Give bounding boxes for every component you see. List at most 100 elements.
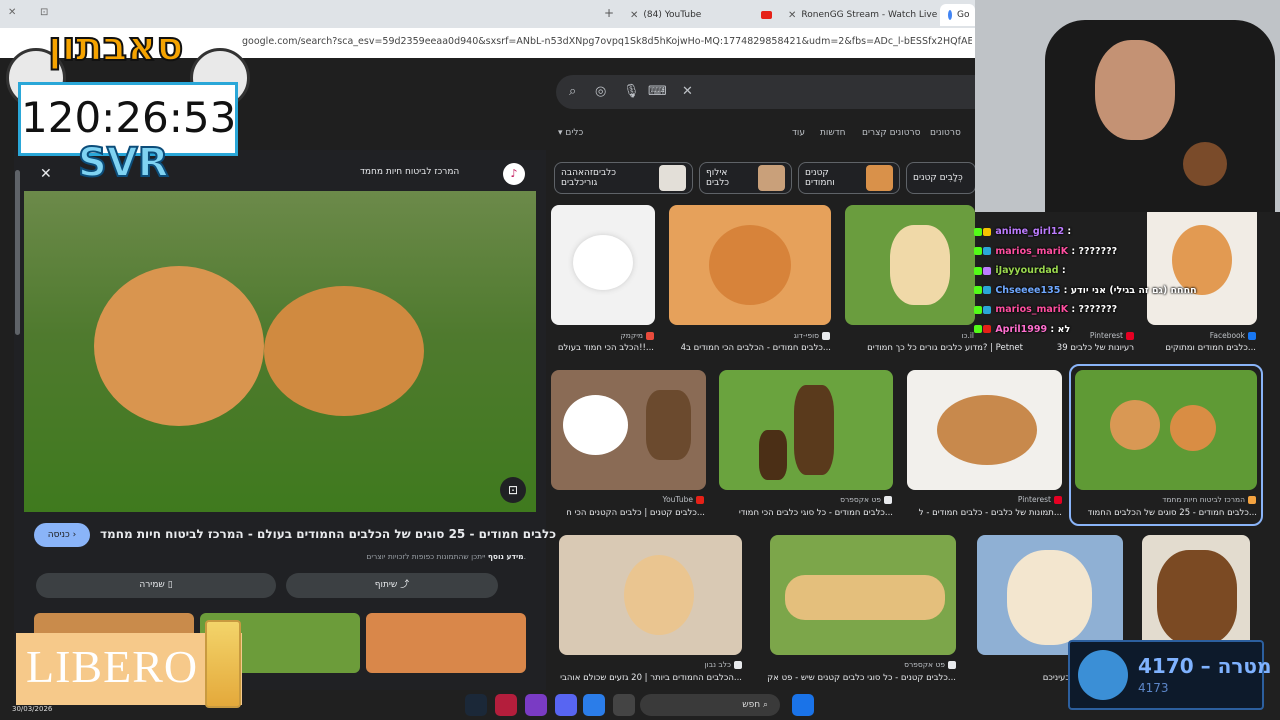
chat-message: anime_girl12 :	[974, 222, 1236, 242]
search-input[interactable]	[556, 75, 976, 109]
result-image[interactable]	[719, 370, 893, 490]
result-image[interactable]	[770, 535, 956, 655]
clear-search-icon[interactable]: ✕	[682, 84, 693, 99]
tools-label: כלים	[565, 128, 584, 138]
related-image[interactable]	[366, 613, 526, 673]
search-icon[interactable]: ⌕	[569, 84, 576, 99]
chip-dogs-love[interactable]: כלביםזהאהבה גוריכלבים	[554, 162, 693, 194]
result-image[interactable]	[845, 205, 975, 325]
taskbar-date: 30/03/2026	[12, 705, 53, 713]
more-info-link[interactable]: מידע נוסף	[488, 552, 524, 561]
chat-message: marios_mariK : ???????	[974, 300, 1236, 320]
save-label: שמירה	[139, 580, 165, 590]
tab-label: RonenGG Stream - Watch Live	[801, 10, 938, 20]
steam-icon[interactable]	[465, 694, 487, 716]
tab-label: (84) YouTube	[643, 10, 702, 20]
result-title[interactable]: כלבים חמודים - 25 סוגים של הכלבים החמוד.…	[1075, 508, 1257, 518]
result-source: YouTube	[600, 495, 704, 504]
discord-icon[interactable]	[555, 694, 577, 716]
tab-kick[interactable]: ✕ RonenGG Stream - Watch Live	[780, 4, 940, 26]
nav-more[interactable]: עוד	[792, 128, 805, 138]
preview-image[interactable]: ⊡	[24, 191, 536, 512]
share-icon: ⤴	[400, 580, 410, 590]
goal-current: 4173	[1138, 681, 1169, 695]
sponsor-name: LIBERO	[26, 641, 199, 692]
chat-message: iJayyourdad :	[974, 261, 1236, 281]
copyright-note: מידע נוסף ייתכן שהתמונות כפופות לזכויות …	[366, 552, 526, 561]
bookmark-icon: ▯	[167, 580, 173, 590]
result-image[interactable]	[551, 370, 706, 490]
result-source: Pinterest	[960, 495, 1062, 504]
nav-videos[interactable]: סרטונים	[930, 128, 961, 138]
chip-small-cute[interactable]: קטנים וחמודים	[798, 162, 900, 194]
taskbar-search[interactable]: חפש ⌕	[640, 694, 780, 716]
tab-label: Go	[957, 10, 970, 20]
nav-shorts[interactable]: סרטונים קצרים	[862, 128, 920, 138]
new-tab-button[interactable]: +	[604, 6, 614, 20]
source-logo-icon: ♪	[503, 163, 525, 185]
save-button[interactable]: שמירה ▯	[36, 573, 276, 598]
result-source: סופי-דוג	[680, 331, 830, 340]
nav-news[interactable]: חדשות	[820, 128, 846, 138]
chat-message: Chseeee135 : חחחח (גם זה בגילי) אני יודע	[974, 281, 1236, 301]
window-menu-icon[interactable]: ⊡	[40, 7, 48, 18]
result-title[interactable]: הכלבים החמודים ביותר | 20 גזעים שכולם או…	[556, 673, 742, 683]
chat-message: marios_mariK : ???????	[974, 242, 1236, 262]
app-icon[interactable]	[525, 694, 547, 716]
result-title[interactable]: כלבים חמודים ומתוקים...	[1146, 343, 1256, 353]
result-title[interactable]: כלבים חמודים - כל סוגי כלבים הכי חמודי..…	[719, 508, 893, 518]
stream-brand-title: סאבתון	[47, 23, 184, 71]
close-tab-icon[interactable]: ✕	[630, 10, 638, 21]
chip-label: כלביםזהאהבה גוריכלבים	[561, 168, 617, 188]
result-title[interactable]: הכלב הכי חמוד בעולם!!...	[556, 343, 654, 353]
share-label: שיתוף	[374, 580, 398, 590]
perfume-bottle-icon	[205, 620, 241, 708]
result-image[interactable]	[559, 535, 742, 655]
lens-search-icon[interactable]: ⊡	[500, 477, 526, 503]
lens-icon[interactable]: ◎	[595, 84, 606, 99]
result-image[interactable]	[669, 205, 831, 325]
result-title[interactable]: מדוע כלבים גורים כל כך חמודים? | Petnet	[845, 343, 1023, 353]
url-text[interactable]: google.com/search?sca_esv=59d2359eeaa0d9…	[242, 36, 972, 47]
preview-source-name[interactable]: המרכז לביטוח חיות מחמד	[360, 167, 459, 177]
result-image[interactable]	[907, 370, 1062, 490]
goal-avatar	[1078, 650, 1128, 700]
microphone-icon[interactable]: 🎙	[623, 84, 640, 99]
keyboard-icon[interactable]: ⌨	[648, 84, 667, 99]
result-title[interactable]: כלבים קטנים - כל סוגי כלבים קטנים שיש - …	[760, 673, 956, 683]
panel-scrollbar[interactable]	[15, 170, 20, 335]
svr-label: SVR	[77, 139, 170, 187]
chrome-icon[interactable]	[583, 694, 605, 716]
goal-title: 4170 – מטרה	[1138, 654, 1272, 678]
chip-thumbnail	[658, 165, 686, 191]
tab-youtube[interactable]: ✕ (84) YouTube	[622, 4, 780, 26]
taskbar-search-label: חפש	[742, 700, 761, 710]
chip-label: כְּלָבִים קטנים	[913, 173, 963, 183]
app-icon[interactable]	[495, 694, 517, 716]
result-source: המרכז לביטוח חיות מחמד	[1120, 495, 1256, 504]
file-explorer-icon[interactable]	[613, 694, 635, 716]
share-button[interactable]: שיתוף ⤴	[286, 573, 498, 598]
chip-small-dogs[interactable]: כְּלָבִים קטנים	[906, 162, 976, 194]
result-image[interactable]	[1142, 535, 1250, 655]
window-control-icon[interactable]: ✕	[8, 7, 16, 18]
result-image[interactable]	[977, 535, 1123, 655]
result-image[interactable]	[551, 205, 655, 325]
result-source: כלב נבון	[630, 660, 742, 669]
close-preview-button[interactable]: ✕	[40, 166, 52, 182]
visit-label: כניסה	[47, 530, 70, 540]
close-tab-icon[interactable]: ✕	[788, 10, 796, 21]
tab-google[interactable]: Go	[940, 4, 975, 26]
chip-label: אילוף כלבים	[706, 168, 730, 188]
preview-title[interactable]: כלבים חמודים - 25 סוגים של הכלבים החמודי…	[100, 527, 556, 541]
visit-button[interactable]: כניסה ›	[34, 523, 90, 547]
result-title[interactable]: 39 רעיונות של כלבים	[1030, 343, 1134, 353]
tools-menu[interactable]: ▾ כלים	[558, 128, 583, 138]
result-title[interactable]: כלבים חמודים - הכלבים הכי חמודים ב4...	[669, 343, 831, 353]
result-title[interactable]: תמונות של כלבים - כלבים חמודים - ל...	[907, 508, 1062, 518]
youtube-icon	[761, 11, 772, 19]
result-title[interactable]: כלבים קטנים | כלבים הקטנים הכי ח...	[551, 508, 705, 518]
windows-start-icon[interactable]	[792, 694, 814, 716]
chat-message: April1999 : לא	[974, 320, 1236, 340]
chip-dog-training[interactable]: אילוף כלבים	[699, 162, 792, 194]
